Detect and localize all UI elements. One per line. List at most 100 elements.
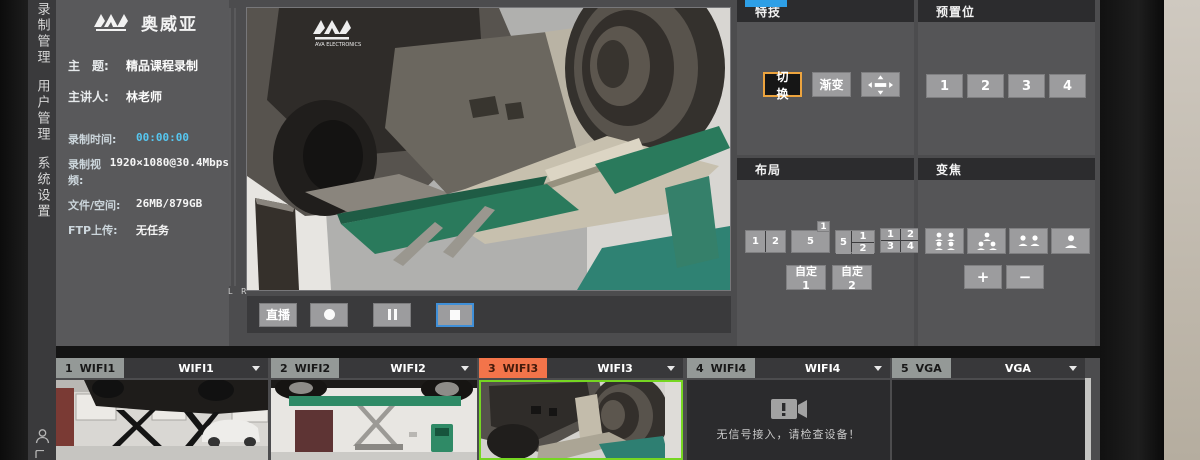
record-button[interactable] [310,303,348,327]
no-signal-camera-icon [771,398,807,420]
garage-wide-view [56,380,268,460]
source1-thumbnail[interactable] [56,380,268,460]
section-divider [56,346,1100,358]
effects-panel: 特技 切换 渐变 [737,0,914,155]
layout-title: 布局 [737,158,914,180]
source4-name: WIFI4 [711,362,747,375]
user-icon[interactable] [35,428,50,444]
zoom-panel: 变焦 [918,158,1095,346]
brand-header: 奥威亚 [68,10,229,35]
presenter-label: 主讲人: [68,88,126,105]
zoom-in-button[interactable]: + [964,265,1002,289]
record-time-row: 录制时间: 00:00:00 [68,131,229,147]
zoom-out-button[interactable]: − [1006,265,1044,289]
monitor-edge-highlight [1085,378,1091,460]
source2-number: 2 [280,362,288,375]
switch-button[interactable]: 切换 [763,72,802,97]
source5-name: VGA [916,362,942,375]
layout-mix-button[interactable]: 1 5 2 [835,230,875,253]
pip-inset-cell: 1 [817,221,830,232]
ftp-label: FTP上传: [68,222,136,238]
preset-1-button[interactable]: 1 [926,74,963,98]
top-blue-tab [745,0,787,7]
no-signal-placeholder: 无信号接入，请检查设备！ [687,380,890,460]
source4-thumbnail[interactable]: 无信号接入，请检查设备！ [687,380,890,460]
presenter-row: 主讲人: 林老师 [68,88,229,105]
car-on-lift-view [271,380,477,460]
source3-dropdown[interactable]: WIFI3 [547,358,683,378]
source1-tab[interactable]: 1 WIFI1 [56,358,124,378]
transport-controls: 直播 [247,296,731,333]
source4-number: 4 [696,362,704,375]
source1-dropdown[interactable]: WIFI1 [124,358,268,378]
source5-tab[interactable]: 5 VGA [892,358,951,378]
file-space-row: 文件/空间: 26MB/879GB [68,197,229,213]
source3-thumbnail[interactable] [479,380,683,460]
two-people-icon [1017,235,1041,247]
brand-name: 奥威亚 [141,10,198,35]
nav-system-settings[interactable]: 系统设置 [33,156,52,220]
source1-bar: 1 WIFI1 WIFI1 [56,358,268,378]
presets-panel: 预置位 1 2 3 4 [918,0,1095,155]
stop-icon [450,310,460,320]
chevron-down-icon [874,366,882,371]
source2-tab[interactable]: 2 WIFI2 [271,358,339,378]
source1-number: 1 [65,362,73,375]
source3-number: 3 [488,362,496,375]
four-way-arrows-icon [868,75,893,95]
nav-user-management[interactable]: 用户管理 [33,79,52,143]
layout-panel: 布局 12 5 1 1 5 2 12 34 自定1 自定2 [737,158,914,346]
presenter-value: 林老师 [126,88,162,105]
left-nav: 录制管理 用户管理 系统设置 [28,0,56,460]
record-time-label: 录制时间: [68,131,136,147]
zoom-two-people-button[interactable] [1009,228,1048,254]
pause-button[interactable] [373,303,411,327]
chevron-down-icon [461,366,469,371]
record-video-row: 录制视频: 1920×1080@30.4Mbps [68,156,229,188]
record-time-value: 00:00:00 [136,131,189,147]
record-video-value: 1920×1080@30.4Mbps [110,156,229,188]
source2-dropdown[interactable]: WIFI2 [339,358,477,378]
source2-thumbnail[interactable] [271,380,477,460]
car-undercarriage-video: AVA ELECTRONICS [247,8,730,290]
pan-tilt-button[interactable] [861,72,900,97]
zoom-three-people-button[interactable] [967,228,1006,254]
source5-number: 5 [901,362,909,375]
stop-button[interactable] [436,303,474,327]
zoom-title: 变焦 [918,158,1095,180]
topic-row: 主 题: 精品课程录制 [68,57,229,74]
presets-title: 预置位 [918,0,1095,22]
preset-2-button[interactable]: 2 [967,74,1004,98]
preset-4-button[interactable]: 4 [1049,74,1086,98]
file-space-label: 文件/空间: [68,197,136,213]
main-video-preview: AVA ELECTRONICS [247,8,730,290]
pause-icon [388,309,397,320]
source4-tab[interactable]: 4 WIFI4 [687,358,755,378]
source3-tab[interactable]: 3 WIFI3 [479,358,547,378]
logout-icon[interactable] [35,450,49,458]
chevron-down-icon [667,366,675,371]
custom-layout-1-button[interactable]: 自定1 [786,265,826,290]
source5-thumbnail[interactable] [892,380,1085,460]
zoom-one-person-button[interactable] [1051,228,1090,254]
record-icon [324,309,335,320]
nav-recording-management[interactable]: 录制管理 [33,2,52,66]
layout-split2-button[interactable]: 12 [745,230,786,253]
no-signal-text: 无信号接入，请检查设备！ [717,426,861,442]
svg-text:AVA ELECTRONICS: AVA ELECTRONICS [315,42,361,48]
source4-dropdown[interactable]: WIFI4 [755,358,890,378]
preset-3-button[interactable]: 3 [1008,74,1045,98]
layout-pip-button[interactable]: 5 1 [791,230,830,253]
audio-level-meters [229,8,235,286]
zoom-four-people-button[interactable] [925,228,964,254]
source5-dropdown[interactable]: VGA [951,358,1085,378]
custom-layout-2-button[interactable]: 自定2 [832,265,872,290]
ftp-value: 无任务 [136,222,169,238]
source1-name: WIFI1 [80,362,116,375]
fade-button[interactable]: 渐变 [812,72,851,97]
layout-grid4-button[interactable]: 12 34 [880,228,921,253]
wall-background [1164,0,1200,460]
live-button[interactable]: 直播 [259,303,297,327]
recording-console-screen: 录制管理 用户管理 系统设置 奥威亚 主 题: 精品课程录制 [0,0,1200,460]
ava-logo-icon [92,11,134,35]
